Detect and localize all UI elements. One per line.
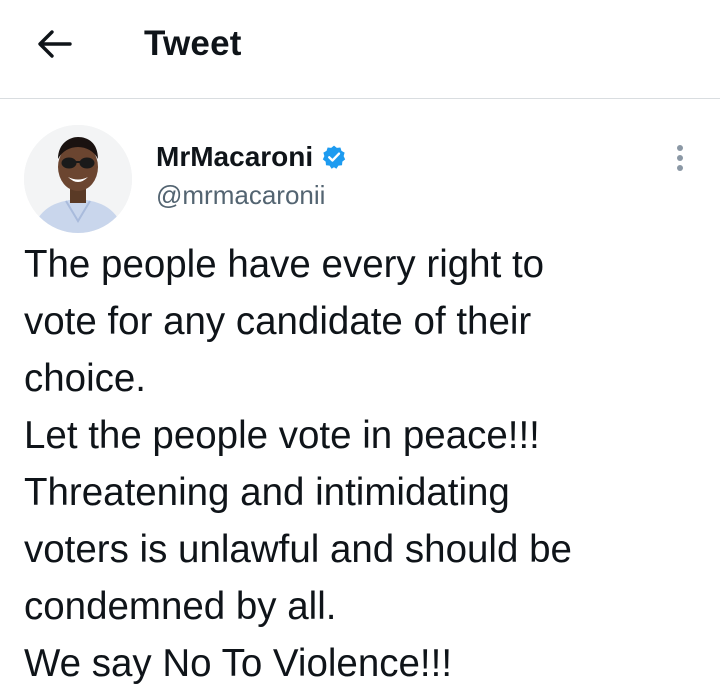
avatar[interactable] bbox=[24, 125, 132, 233]
tweet-text-line: We say No To Violence!!! bbox=[24, 642, 453, 685]
tweet-text-line: vote for any candidate of their bbox=[24, 300, 532, 343]
author-name-row[interactable]: MrMacaroni bbox=[156, 140, 347, 174]
back-button[interactable] bbox=[30, 22, 80, 66]
more-options-button[interactable] bbox=[664, 138, 696, 178]
verified-badge-icon bbox=[321, 144, 347, 170]
tweet-text-line: The people have every right to bbox=[24, 243, 545, 286]
tweet-text-line: choice. bbox=[24, 357, 146, 400]
user-avatar-icon bbox=[24, 125, 132, 233]
tweet-text-line: Let the people vote in peace!!! bbox=[24, 414, 540, 457]
tweet-text-line: condemned by all. bbox=[24, 585, 337, 628]
tweet-text-line: voters is unlawful and should be bbox=[24, 528, 572, 571]
user-handle[interactable]: @mrmacaronii bbox=[156, 178, 325, 212]
arrow-left-icon bbox=[38, 30, 72, 58]
tweet-text-line: Threatening and intimidating bbox=[24, 471, 510, 514]
tweet-text: The people have every right to vote for … bbox=[24, 236, 704, 692]
more-vertical-icon bbox=[677, 145, 683, 171]
page-title: Tweet bbox=[144, 24, 242, 63]
top-bar: Tweet bbox=[0, 0, 720, 99]
display-name[interactable]: MrMacaroni bbox=[156, 140, 313, 174]
